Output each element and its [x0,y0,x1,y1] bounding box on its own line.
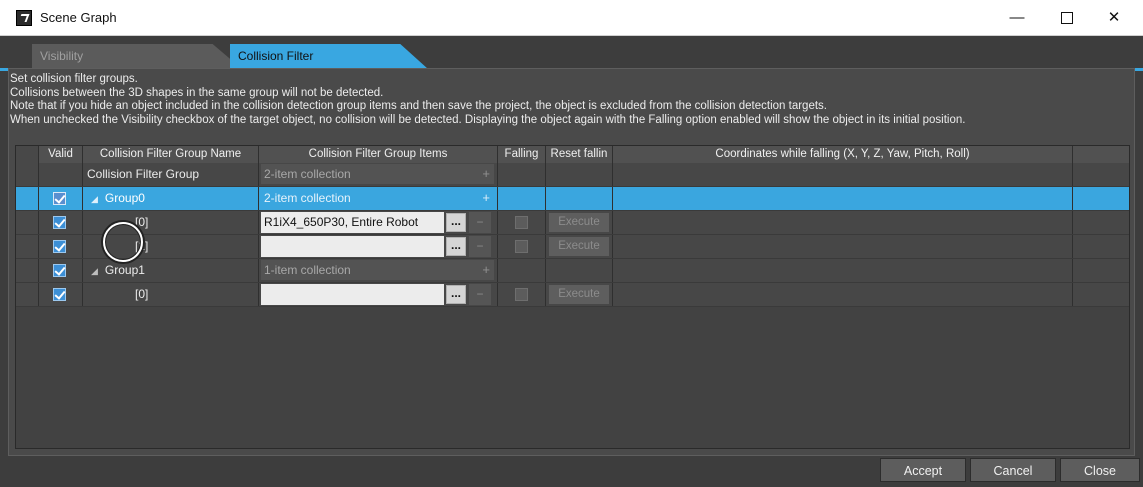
item-value-field[interactable] [261,284,444,305]
description-line: Note that if you hide an object included… [10,100,827,113]
execute-button[interactable]: Execute [549,237,609,256]
header-falling[interactable]: Falling [498,146,546,163]
add-item-icon[interactable]: + [482,188,490,208]
execute-button[interactable]: Execute [549,213,609,232]
tab-collision-filter[interactable]: Collision Filter [230,44,428,69]
table-row[interactable]: [0] R1iX4_650P30, Entire Robot ... − Exe… [16,211,1129,235]
valid-checkbox[interactable] [53,240,66,253]
maximize-icon [1061,12,1073,25]
header-coordinates[interactable]: Coordinates while falling (X, Y, Z, Yaw,… [613,146,1073,163]
remove-item-button[interactable]: − [469,212,491,233]
title-bar: Scene Graph — ✕ [0,0,1143,36]
minimize-button[interactable]: — [995,4,1039,32]
table-row[interactable]: Collision Filter Group 2-item collection… [16,163,1129,187]
browse-button[interactable]: ... [446,237,466,256]
tab-strip: Visibility Collision Filter [0,36,1143,71]
tab-visibility[interactable]: Visibility [32,44,242,69]
item-value-field[interactable] [261,236,444,257]
table-row[interactable]: ◢ Group1 1-item collection + [16,259,1129,283]
collection-field[interactable]: 2-item collection + [261,164,494,184]
cancel-button[interactable]: Cancel [970,458,1056,482]
close-window-button[interactable]: ✕ [1092,4,1136,32]
description-line: Set collision filter groups. [10,73,138,85]
description: Set collision filter groups. Collisions … [10,73,1135,127]
group-name-label: Group0 [104,191,145,205]
highlight-circle [103,222,143,262]
maximize-button[interactable] [1045,4,1089,32]
header-reset-falling[interactable]: Reset fallin [546,146,613,163]
header-extra [1073,146,1129,163]
header-valid[interactable]: Valid [39,146,83,163]
table-row[interactable]: [1] ... − Execute [16,235,1129,259]
add-item-icon[interactable]: + [482,164,490,184]
add-item-icon[interactable]: + [482,260,490,280]
falling-checkbox[interactable] [515,240,528,253]
header-group-name[interactable]: Collision Filter Group Name [83,146,259,163]
table-row[interactable]: [0] ... − Execute [16,283,1129,307]
collection-field[interactable]: 1-item collection + [261,260,494,280]
header-spacer [16,146,39,163]
collapse-triangle-icon[interactable]: ◢ [91,266,98,276]
table-row-selected[interactable]: ◢ Group0 2-item collection + [16,187,1129,211]
valid-checkbox[interactable] [53,288,66,301]
browse-button[interactable]: ... [446,285,466,304]
description-line: When unchecked the Visibility checkbox o… [10,113,966,126]
collision-filter-grid: Valid Collision Filter Group Name Collis… [15,145,1130,449]
falling-checkbox[interactable] [515,216,528,229]
remove-item-button[interactable]: − [469,236,491,257]
group-name-label: Group1 [104,263,145,277]
execute-button[interactable]: Execute [549,285,609,304]
valid-checkbox[interactable] [53,216,66,229]
accept-button[interactable]: Accept [880,458,966,482]
item-value-field[interactable]: R1iX4_650P30, Entire Robot [261,212,444,233]
browse-button[interactable]: ... [446,213,466,232]
valid-checkbox[interactable] [53,264,66,277]
collection-field[interactable]: 2-item collection + [261,188,494,208]
collapse-triangle-icon[interactable]: ◢ [91,194,98,204]
close-button[interactable]: Close [1060,458,1140,482]
item-index: [0] [83,283,259,306]
group-name-cell: Collision Filter Group [83,163,259,186]
header-group-items[interactable]: Collision Filter Group Items [259,146,498,163]
description-line: Collisions between the 3D shapes in the … [10,86,384,99]
falling-checkbox[interactable] [515,288,528,301]
valid-checkbox[interactable] [53,192,66,205]
app-icon [16,10,32,26]
window-title: Scene Graph [40,10,117,25]
remove-item-button[interactable]: − [469,284,491,305]
grid-header: Valid Collision Filter Group Name Collis… [16,146,1129,164]
